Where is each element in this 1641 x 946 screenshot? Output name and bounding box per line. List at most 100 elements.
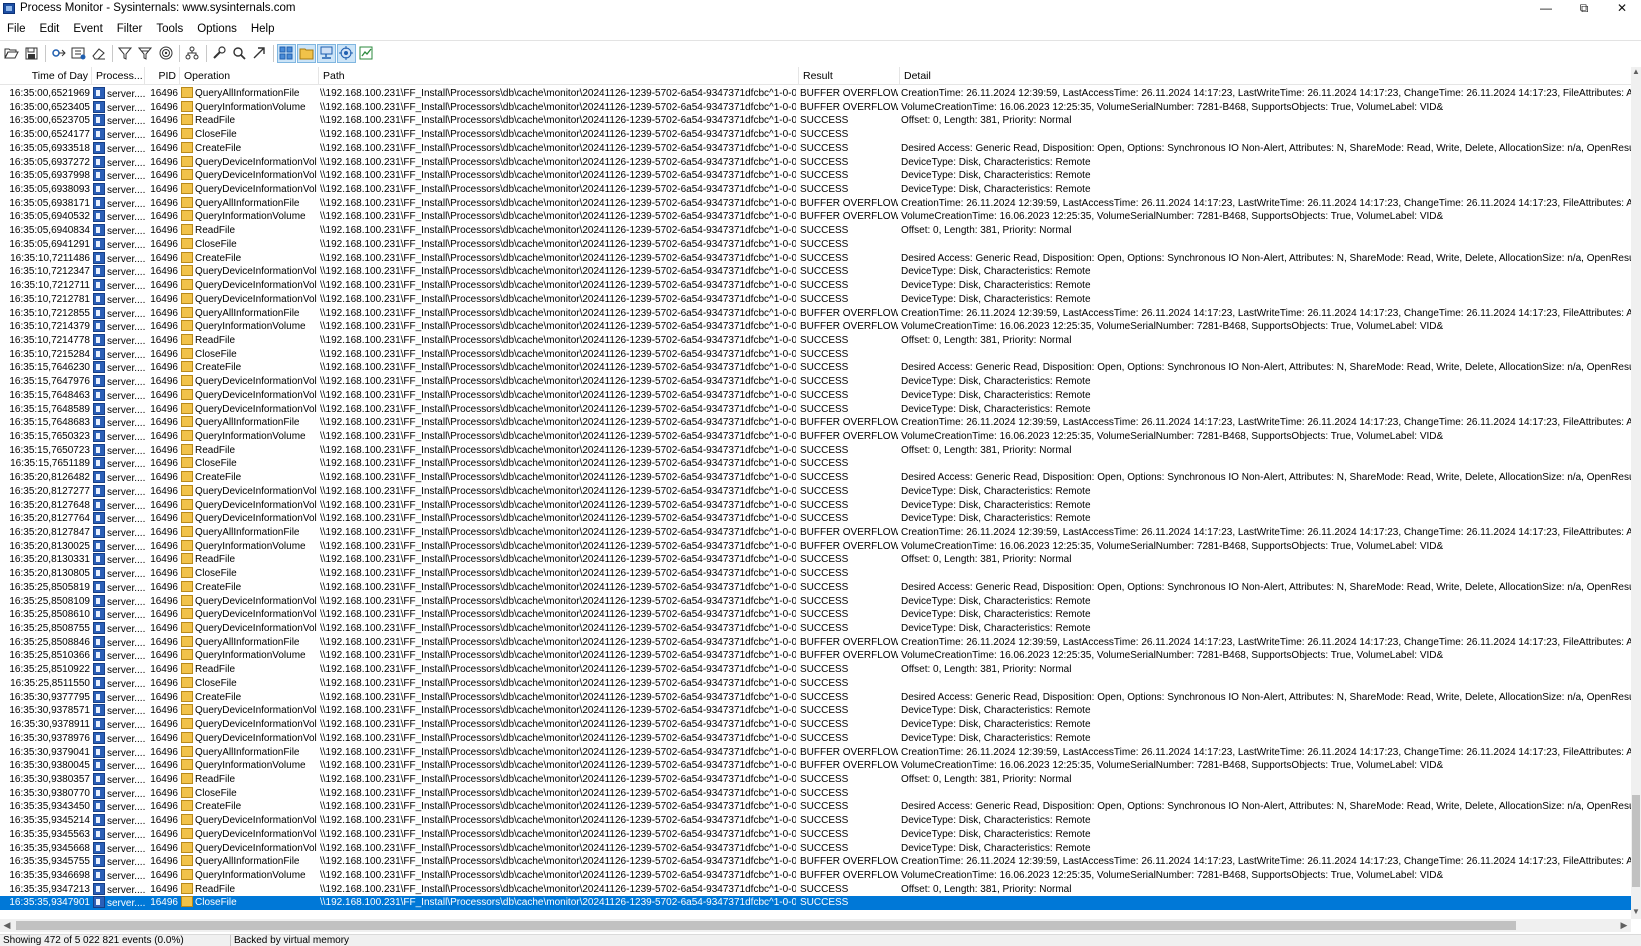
table-row[interactable]: 16:35:15,7650323 server.... 16496 QueryInfo… <box>0 429 1631 444</box>
autoscroll-button[interactable] <box>69 44 88 63</box>
process-tree-button[interactable] <box>183 44 202 63</box>
network-activity-button[interactable] <box>317 43 336 63</box>
table-row[interactable]: 16:35:25,8508846 server.... 16496 QueryAllI… <box>0 635 1631 650</box>
restore-button[interactable]: ⧉ <box>1565 0 1603 16</box>
horizontal-scrollbar[interactable]: ◀ ▶ <box>0 919 1631 932</box>
menu-tools[interactable]: Tools <box>149 23 190 35</box>
table-row[interactable]: 16:35:35,9347213 server.... 16496 ReadFile \… <box>0 882 1631 897</box>
capture-button[interactable] <box>49 44 68 63</box>
table-row[interactable]: 16:35:25,8508109 server.... 16496 QueryDevi… <box>0 594 1631 609</box>
table-row[interactable]: 16:35:25,8510366 server.... 16496 QueryInfo… <box>0 649 1631 663</box>
table-row[interactable]: 16:35:35,9346698 server.... 16496 QueryInfo… <box>0 868 1631 883</box>
table-row[interactable]: 16:35:05,6933518 server.... 16496 CreateFil… <box>0 141 1631 156</box>
table-row[interactable]: 16:35:05,6940532 server.... 16496 QueryInfo… <box>0 210 1631 224</box>
table-row[interactable]: 16:35:20,8127648 server.... 16496 QueryDevi… <box>0 498 1631 513</box>
table-row[interactable]: 16:35:25,8508755 server.... 16496 QueryDevi… <box>0 622 1631 636</box>
close-button[interactable]: ✕ <box>1603 0 1641 16</box>
find-button[interactable] <box>230 44 249 63</box>
table-row[interactable]: 16:35:05,6937272 server.... 16496 QueryDevi… <box>0 155 1631 170</box>
horizontal-scroll-thumb[interactable] <box>16 921 1516 930</box>
table-row[interactable]: 16:35:15,7648683 server.... 16496 QueryAllI… <box>0 416 1631 430</box>
table-row[interactable]: 16:35:15,7651189 server.... 16496 CloseFile… <box>0 457 1631 471</box>
table-row[interactable]: 16:35:30,9377795 server.... 16496 CreateFil… <box>0 690 1631 705</box>
table-row[interactable]: 16:35:10,7212347 server.... 16496 QueryDevi… <box>0 265 1631 279</box>
scroll-up-icon[interactable]: ▲ <box>1631 67 1641 79</box>
table-row[interactable]: 16:35:05,6937998 server.... 16496 QueryDevi… <box>0 169 1631 183</box>
table-row[interactable]: 16:35:35,9347901 server.... 16496 CloseFile… <box>0 896 1631 911</box>
menu-options[interactable]: Options <box>190 23 244 35</box>
table-row[interactable]: 16:35:35,9345214 server.... 16496 QueryDevi… <box>0 814 1631 828</box>
table-row[interactable]: 16:35:30,9379041 server.... 16496 QueryAllI… <box>0 745 1631 760</box>
table-row[interactable]: 16:35:30,9380357 server.... 16496 ReadFile \… <box>0 772 1631 787</box>
properties-button[interactable] <box>210 44 229 63</box>
scroll-right-icon[interactable]: ▶ <box>1617 919 1631 932</box>
table-row[interactable]: 16:35:10,7214379 server.... 16496 QueryInfo… <box>0 320 1631 334</box>
table-row[interactable]: 16:35:15,7646230 server.... 16496 CreateFil… <box>0 361 1631 375</box>
table-row[interactable]: 16:35:25,8505819 server.... 16496 CreateFil… <box>0 580 1631 595</box>
table-row[interactable]: 16:35:10,7215284 server.... 16496 CloseFile… <box>0 347 1631 362</box>
column-time-of-day[interactable]: Time of Day <box>0 67 92 85</box>
table-row[interactable]: 16:35:00,6521969 server.... 16496 QueryAllI… <box>0 87 1631 101</box>
table-row[interactable]: 16:35:25,8510922 server.... 16496 ReadFile \… <box>0 663 1631 677</box>
table-row[interactable]: 16:35:10,7214778 server.... 16496 ReadFile \… <box>0 333 1631 348</box>
table-row[interactable]: 16:35:25,8511550 server.... 16496 CloseFile… <box>0 676 1631 691</box>
table-row[interactable]: 16:35:10,7212711 server.... 16496 QueryDevi… <box>0 279 1631 293</box>
table-row[interactable]: 16:35:05,6941291 server.... 16496 CloseFile… <box>0 237 1631 252</box>
menu-event[interactable]: Event <box>66 23 109 35</box>
minimize-button[interactable]: — <box>1527 0 1565 16</box>
table-row[interactable]: 16:35:10,7211486 server.... 16496 CreateFil… <box>0 251 1631 266</box>
menu-file[interactable]: File <box>0 23 33 35</box>
scroll-down-icon[interactable]: ▼ <box>1631 907 1641 919</box>
open-button[interactable] <box>2 44 21 63</box>
table-row[interactable]: 16:35:20,8126482 server.... 16496 CreateFil… <box>0 471 1631 485</box>
table-row[interactable]: 16:35:35,9343450 server.... 16496 CreateFil… <box>0 800 1631 814</box>
table-row[interactable]: 16:35:00,6523705 server.... 16496 ReadFile \… <box>0 114 1631 128</box>
table-row[interactable]: 16:35:35,9345755 server.... 16496 QueryAllI… <box>0 855 1631 869</box>
table-row[interactable]: 16:35:10,7212781 server.... 16496 QueryDevi… <box>0 292 1631 307</box>
save-button[interactable] <box>22 44 41 63</box>
scroll-left-icon[interactable]: ◀ <box>0 919 14 932</box>
profiling-button[interactable] <box>357 44 376 63</box>
table-row[interactable]: 16:35:20,8127847 server.... 16496 QueryAllI… <box>0 526 1631 540</box>
target-button[interactable] <box>156 44 175 63</box>
highlight-button[interactable] <box>136 44 155 63</box>
table-row[interactable]: 16:35:25,8508610 server.... 16496 QueryDevi… <box>0 608 1631 622</box>
table-row[interactable]: 16:35:00,6524177 server.... 16496 CloseFile… <box>0 128 1631 142</box>
file-activity-button[interactable] <box>297 43 316 63</box>
column-process-name[interactable]: Process... <box>93 67 145 85</box>
table-row[interactable]: 16:35:15,7648463 server.... 16496 QueryDevi… <box>0 388 1631 403</box>
table-row[interactable]: 16:35:15,7647976 server.... 16496 QueryDevi… <box>0 375 1631 389</box>
table-row[interactable]: 16:35:30,9378571 server.... 16496 QueryDevi… <box>0 704 1631 718</box>
jump-button[interactable] <box>250 44 269 63</box>
column-result[interactable]: Result <box>800 67 900 85</box>
vertical-scroll-thumb[interactable] <box>1632 795 1640 887</box>
table-row[interactable]: 16:35:15,7648589 server.... 16496 QueryDevi… <box>0 402 1631 417</box>
table-row[interactable]: 16:35:35,9345563 server.... 16496 QueryDevi… <box>0 827 1631 842</box>
table-row[interactable]: 16:35:20,8127277 server.... 16496 QueryDevi… <box>0 484 1631 499</box>
table-row[interactable]: 16:35:20,8130025 server.... 16496 QueryInfo… <box>0 539 1631 554</box>
process-activity-button[interactable] <box>337 43 356 63</box>
table-row[interactable]: 16:35:20,8130331 server.... 16496 ReadFile \… <box>0 553 1631 567</box>
table-row[interactable]: 16:35:30,9378911 server.... 16496 QueryDevi… <box>0 718 1631 732</box>
table-row[interactable]: 16:35:05,6938093 server.... 16496 QueryDevi… <box>0 183 1631 197</box>
table-row[interactable]: 16:35:05,6938171 server.... 16496 QueryAllI… <box>0 196 1631 211</box>
menu-filter[interactable]: Filter <box>110 23 150 35</box>
vertical-scrollbar[interactable]: ▲ ▼ <box>1631 67 1641 919</box>
filter-button[interactable] <box>116 44 135 63</box>
table-row[interactable]: 16:35:05,6940834 server.... 16496 ReadFile \… <box>0 224 1631 238</box>
table-row[interactable]: 16:35:00,6523405 server.... 16496 QueryInfo… <box>0 100 1631 115</box>
column-operation[interactable]: Operation <box>181 67 319 85</box>
table-row[interactable]: 16:35:30,9380045 server.... 16496 QueryInfo… <box>0 759 1631 773</box>
table-row[interactable]: 16:35:15,7650723 server.... 16496 ReadFile \… <box>0 443 1631 458</box>
table-row[interactable]: 16:35:35,9345668 server.... 16496 QueryDevi… <box>0 841 1631 856</box>
column-pid[interactable]: PID <box>146 67 180 85</box>
registry-activity-button[interactable] <box>277 43 296 63</box>
column-path[interactable]: Path <box>320 67 799 85</box>
table-row[interactable]: 16:35:20,8127764 server.... 16496 QueryDevi… <box>0 512 1631 526</box>
column-detail[interactable]: Detail <box>901 67 1631 85</box>
table-row[interactable]: 16:35:20,8130805 server.... 16496 CloseFile… <box>0 567 1631 581</box>
menu-edit[interactable]: Edit <box>33 23 67 35</box>
table-row[interactable]: 16:35:30,9378976 server.... 16496 QueryDevi… <box>0 731 1631 746</box>
menu-help[interactable]: Help <box>244 23 282 35</box>
table-row[interactable]: 16:35:30,9380770 server.... 16496 CloseFile… <box>0 786 1631 801</box>
